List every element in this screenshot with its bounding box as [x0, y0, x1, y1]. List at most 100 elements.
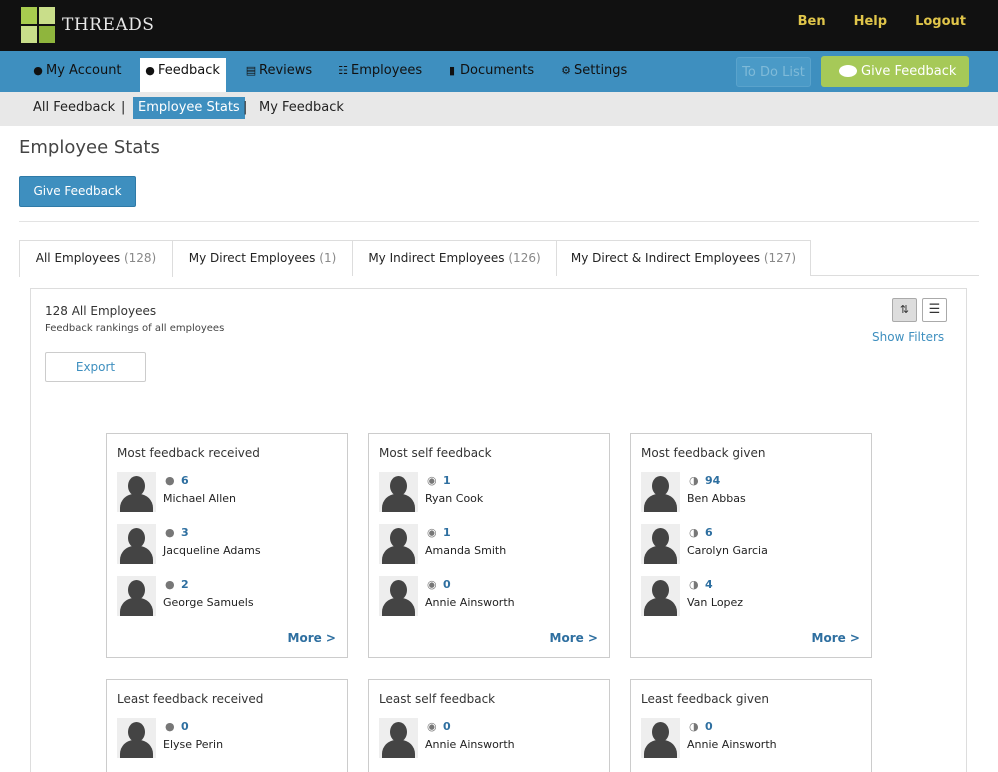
sub-nav: All Feedback | Employee Stats | My Feedb…: [0, 92, 998, 126]
feedback-count[interactable]: ◑ 94: [689, 474, 720, 487]
employee-name[interactable]: Amanda Smith: [425, 544, 506, 557]
tab-indirect-employees[interactable]: My Indirect Employees (126): [352, 240, 557, 276]
export-button[interactable]: Export: [45, 352, 146, 382]
employee-name[interactable]: Annie Ainsworth: [425, 596, 515, 609]
list-item[interactable]: ◉ 1 Amanda Smith: [379, 524, 599, 564]
logout-link[interactable]: Logout: [915, 14, 966, 29]
ranking-card: Most feedback given ◑ 94 Ben Abbas ◑ 6 Carolyn…: [630, 433, 872, 658]
tab-direct-employees[interactable]: My Direct Employees (1): [172, 240, 353, 276]
employee-name[interactable]: Carolyn Garcia: [687, 544, 768, 557]
give-feedback-button[interactable]: Give Feedback: [19, 176, 136, 207]
list-item[interactable]: ◑ 6 Carolyn Garcia: [641, 524, 861, 564]
self-feedback-icon: ◉: [427, 526, 437, 539]
list-item[interactable]: ◉ 0 Annie Ainsworth: [379, 576, 599, 616]
ranking-card: Least self feedback ◉ 0 Annie Ainsworth: [368, 679, 610, 772]
avatar: [379, 524, 418, 564]
tab-direct-indirect-employees[interactable]: My Direct & Indirect Employees (127): [556, 240, 811, 276]
list-item[interactable]: ◑ 4 Van Lopez: [641, 576, 861, 616]
employee-name[interactable]: Ryan Cook: [425, 492, 483, 505]
comment-icon: ●: [165, 720, 175, 733]
sort-numeric-icon[interactable]: ⇅: [892, 298, 917, 322]
threads-logo-icon[interactable]: [21, 7, 55, 43]
list-item[interactable]: ● 3 Jacqueline Adams: [117, 524, 337, 564]
feedback-given-icon: ◑: [689, 578, 699, 591]
employee-tabs: All Employees (128) My Direct Employees …: [19, 240, 979, 277]
feedback-given-icon: ◑: [689, 474, 699, 487]
todo-list-button[interactable]: To Do List: [736, 57, 811, 87]
feedback-count[interactable]: ● 0: [165, 720, 189, 733]
list-item[interactable]: ◉ 1 Ryan Cook: [379, 472, 599, 512]
folder-icon: ▮: [448, 64, 456, 77]
employee-name[interactable]: Annie Ainsworth: [425, 738, 515, 751]
feedback-count[interactable]: ◑ 4: [689, 578, 713, 591]
self-feedback-icon: ◉: [427, 720, 437, 733]
avatar: [641, 718, 680, 758]
feedback-count[interactable]: ◉ 0: [427, 720, 451, 733]
comment-icon: ●: [165, 578, 175, 591]
user-link[interactable]: Ben: [798, 14, 826, 29]
list-item[interactable]: ● 2 George Samuels: [117, 576, 337, 616]
employee-name[interactable]: Jacqueline Adams: [163, 544, 261, 557]
app-name[interactable]: THREADS: [62, 15, 154, 35]
card-title: Most feedback received: [117, 446, 260, 460]
help-link[interactable]: Help: [854, 14, 887, 29]
comment-icon: ●: [165, 474, 175, 487]
list-item[interactable]: ◑ 0 Annie Ainsworth: [641, 718, 861, 758]
employee-name[interactable]: Annie Ainsworth: [687, 738, 777, 751]
self-feedback-icon: ◉: [427, 578, 437, 591]
panel-title: 128 All Employees: [45, 304, 157, 318]
employee-name[interactable]: George Samuels: [163, 596, 254, 609]
chat-bubble-icon: [839, 65, 857, 77]
employee-name[interactable]: Van Lopez: [687, 596, 743, 609]
feedback-count[interactable]: ● 6: [165, 474, 189, 487]
sitemap-icon: ☷: [338, 64, 348, 77]
feedback-count[interactable]: ● 2: [165, 578, 189, 591]
employee-name[interactable]: Michael Allen: [163, 492, 236, 505]
list-view-icon[interactable]: ☰: [922, 298, 947, 322]
feedback-count[interactable]: ◉ 1: [427, 474, 451, 487]
subnav-all-feedback[interactable]: All Feedback: [28, 97, 120, 119]
feedback-given-icon: ◑: [689, 526, 699, 539]
nav-item-reviews[interactable]: ▤ Reviews: [241, 58, 318, 85]
nav-item-employees[interactable]: ☷ Employees: [333, 58, 428, 85]
more-link[interactable]: More >: [288, 631, 336, 645]
top-bar: THREADS Ben Help Logout: [0, 0, 998, 51]
document-icon: ▤: [245, 64, 257, 77]
employee-name[interactable]: Elyse Perin: [163, 738, 223, 751]
tab-all-employees[interactable]: All Employees (128): [19, 240, 173, 277]
gear-icon: ⚙: [561, 64, 571, 77]
feedback-count[interactable]: ◑ 6: [689, 526, 713, 539]
nav-item-documents[interactable]: ▮ Documents: [442, 58, 540, 85]
employee-name[interactable]: Ben Abbas: [687, 492, 746, 505]
comment-icon: ●: [165, 526, 175, 539]
more-link[interactable]: More >: [550, 631, 598, 645]
list-item[interactable]: ● 0 Elyse Perin: [117, 718, 337, 758]
nav-item-feedback[interactable]: ● Feedback: [140, 58, 226, 92]
subnav-employee-stats[interactable]: Employee Stats: [133, 97, 245, 119]
list-item[interactable]: ◉ 0 Annie Ainsworth: [379, 718, 599, 758]
nav-item-my-account[interactable]: ● My Account: [28, 58, 128, 85]
ranking-card: Most feedback received ● 6 Michael Allen ● 3 J…: [106, 433, 348, 658]
stats-panel: 128 All Employees Feedback rankings of a…: [30, 288, 967, 772]
ranking-card: Least feedback received ● 0 Elyse Perin: [106, 679, 348, 772]
ranking-card: Least feedback given ◑ 0 Annie Ainsworth: [630, 679, 872, 772]
list-item[interactable]: ● 6 Michael Allen: [117, 472, 337, 512]
feedback-given-icon: ◑: [689, 720, 699, 733]
feedback-count[interactable]: ◉ 0: [427, 578, 451, 591]
avatar: [117, 576, 156, 616]
subnav-my-feedback[interactable]: My Feedback: [254, 97, 349, 119]
give-feedback-header-button[interactable]: Give Feedback: [821, 56, 969, 87]
user-icon: ●: [33, 64, 43, 77]
avatar: [641, 472, 680, 512]
list-item[interactable]: ◑ 94 Ben Abbas: [641, 472, 861, 512]
avatar: [641, 524, 680, 564]
feedback-count[interactable]: ◉ 1: [427, 526, 451, 539]
avatar: [379, 576, 418, 616]
more-link[interactable]: More >: [812, 631, 860, 645]
feedback-count[interactable]: ◑ 0: [689, 720, 713, 733]
show-filters-link[interactable]: Show Filters: [872, 330, 944, 344]
card-title: Most feedback given: [641, 446, 766, 460]
card-title: Least feedback received: [117, 692, 264, 706]
nav-item-settings[interactable]: ⚙ Settings: [556, 58, 633, 85]
feedback-count[interactable]: ● 3: [165, 526, 189, 539]
